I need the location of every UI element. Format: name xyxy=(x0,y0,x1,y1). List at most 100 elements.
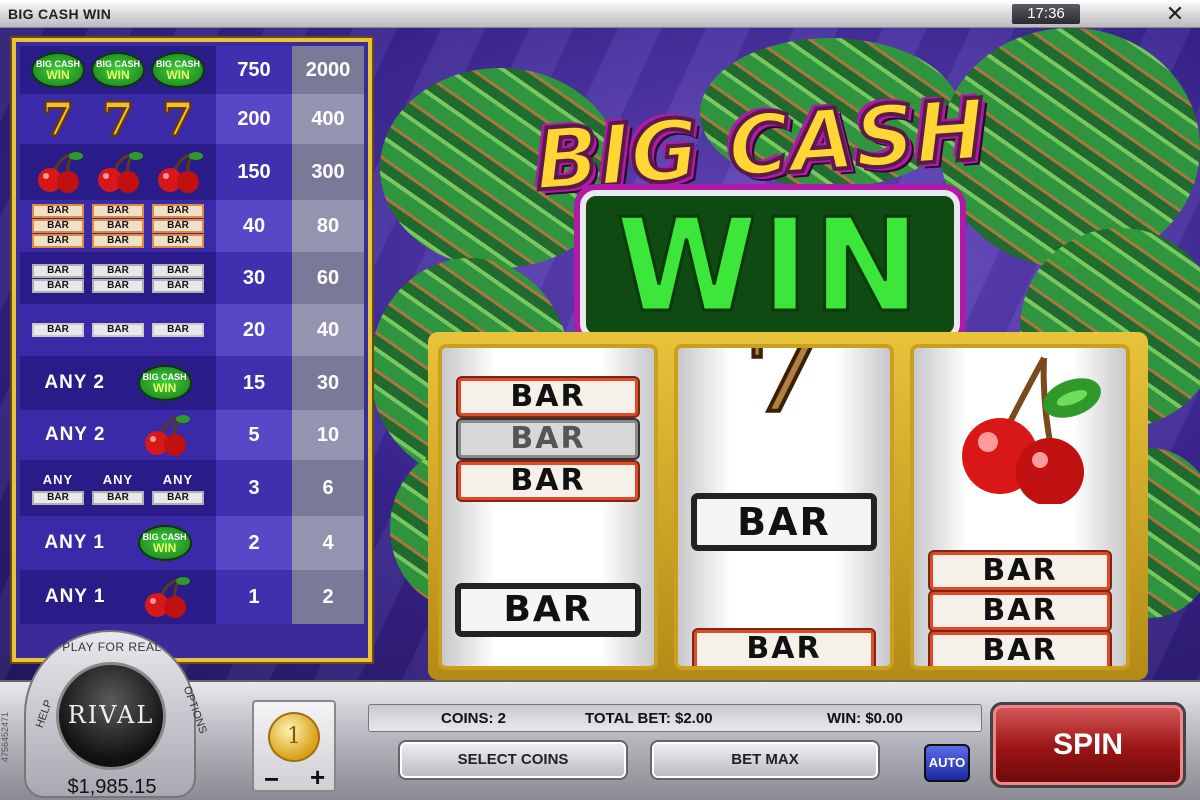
mini-logo-win: WIN xyxy=(46,68,70,82)
paytable-symbols: BIG CASH WIN BIG CASH WIN BIG CASH WIN xyxy=(20,46,216,94)
payout-two-coins: 4 xyxy=(292,516,364,570)
paytable-symbols: 7 7 7 xyxy=(20,94,216,144)
bar-label: BAR xyxy=(92,490,144,505)
close-button[interactable]: ✕ xyxy=(1162,2,1188,26)
payout-one-coin: 2 xyxy=(216,516,292,570)
any-label: ANY 2 xyxy=(44,372,105,393)
reel-symbol-bar: BAR xyxy=(694,630,874,666)
seven-icon: 7 xyxy=(161,92,195,146)
paytable-symbols: BAR BAR BAR xyxy=(20,304,216,356)
paytable: BIG CASH WIN BIG CASH WIN BIG CASH WIN 750 … xyxy=(12,38,372,662)
paytable-symbols: ANY 2 BIG CASH WIN xyxy=(20,356,216,410)
rival-logo: RIVAL xyxy=(56,662,166,770)
spin-button[interactable]: SPIN xyxy=(990,702,1186,788)
paytable-row: BAR BAR BAR 20 40 xyxy=(20,304,364,356)
help-button[interactable]: HELP xyxy=(34,698,55,729)
reel-symbol-bar: BAR xyxy=(458,462,638,500)
single-bar-icon: BAR xyxy=(32,323,84,337)
auto-button[interactable]: AUTO xyxy=(924,744,970,782)
triple-bar-icon: BAR BAR BAR xyxy=(32,204,84,248)
payout-two-coins: 400 xyxy=(292,94,364,144)
mini-logo-win: WIN xyxy=(106,68,130,82)
game-logo: BIG CASH WIN xyxy=(480,78,1040,340)
bar-label: BAR xyxy=(92,278,144,293)
payout-two-coins: 60 xyxy=(292,252,364,304)
any-label: ANY 2 xyxy=(44,424,106,445)
seven-icon: 7 xyxy=(743,344,824,437)
balance: $1,985.15 xyxy=(67,776,157,798)
cherry-icon xyxy=(145,415,191,456)
paytable-row: ANY BAR ANY BAR ANY BAR 3 6 xyxy=(20,460,364,516)
payout-one-coin: 3 xyxy=(216,460,292,516)
big-cash-win-icon: BIG CASH WIN xyxy=(91,52,145,88)
cherry-icon xyxy=(962,356,1101,504)
any-bar-group: ANY BAR xyxy=(32,472,84,505)
paytable-row: 150 300 xyxy=(20,144,364,200)
paytable-symbols: ANY 2 xyxy=(20,410,216,460)
payout-one-coin: 20 xyxy=(216,304,292,356)
any-label: ANY 1 xyxy=(44,532,105,553)
paytable-row: BAR BAR BAR BAR BAR BAR 30 60 xyxy=(20,252,364,304)
payout-two-coins: 300 xyxy=(292,144,364,200)
paytable-row: ANY 1 1 2 xyxy=(20,570,364,624)
coins-display: COINS: 2 xyxy=(441,710,507,727)
payout-one-coin: 15 xyxy=(216,356,292,410)
bar-label: BAR xyxy=(152,278,204,293)
big-cash-win-icon: BIG CASH WIN xyxy=(137,525,192,561)
coin-increase-button[interactable]: + xyxy=(310,762,325,793)
cherry-icon xyxy=(98,152,143,193)
select-coins-button[interactable]: SELECT COINS xyxy=(398,740,628,780)
seven-icon: 7 xyxy=(41,92,75,146)
coin-decrease-button[interactable]: − xyxy=(264,764,279,795)
paytable-row: BAR BAR BAR BAR BAR BAR BAR BAR BAR 40 80 xyxy=(20,200,364,252)
triple-bar-icon: BAR BAR BAR xyxy=(152,204,204,248)
reel-3: BAR BAR BAR xyxy=(910,344,1130,670)
bar-label: BAR xyxy=(32,204,84,218)
payout-one-coin: 30 xyxy=(216,252,292,304)
paytable-symbols: ANY BAR ANY BAR ANY BAR xyxy=(20,460,216,516)
paytable-symbols: BAR BAR BAR BAR BAR BAR xyxy=(20,252,216,304)
bar-label: BAR xyxy=(32,278,84,293)
bet-max-button[interactable]: BET MAX xyxy=(650,740,880,780)
paytable-row: BIG CASH WIN BIG CASH WIN BIG CASH WIN 750 … xyxy=(20,46,364,94)
payout-two-coins: 6 xyxy=(292,460,364,516)
paytable-row: ANY 1 BIG CASH WIN 2 4 xyxy=(20,516,364,570)
paytable-symbols: ANY 1 BIG CASH WIN xyxy=(20,516,216,570)
cherry-icon xyxy=(158,152,203,193)
bar-label: BAR xyxy=(152,490,204,505)
coin-selector: 1 − + xyxy=(252,700,336,795)
any-label: ANY xyxy=(162,471,194,487)
paytable-symbols: BAR BAR BAR BAR BAR BAR BAR BAR BAR xyxy=(20,200,216,252)
play-for-real-link[interactable]: PLAY FOR REAL xyxy=(26,640,198,654)
reel-symbol-bar: BAR xyxy=(458,378,638,416)
payout-one-coin: 5 xyxy=(216,410,292,460)
single-bar-icon: BAR xyxy=(92,323,144,337)
rival-logo-text: RIVAL xyxy=(67,701,155,729)
bar-label: BAR xyxy=(92,219,144,233)
win-display: WIN: $0.00 xyxy=(827,710,903,727)
total-bet-display: TOTAL BET: $2.00 xyxy=(585,710,713,727)
reel-symbol-bar: BAR xyxy=(930,552,1110,590)
rival-badge: PLAY FOR REAL RIVAL HELP OPTIONS $1,985.… xyxy=(24,630,209,798)
bar-label: BAR xyxy=(152,263,204,278)
window-title: BIG CASH WIN xyxy=(8,6,112,22)
reel-2: 7 BAR BAR xyxy=(674,344,894,670)
double-bar-icon: BAR BAR xyxy=(32,263,84,293)
mini-logo-win: WIN xyxy=(152,381,177,395)
bar-label: BAR xyxy=(152,204,204,218)
single-bar-icon: BAR xyxy=(152,323,204,337)
payout-two-coins: 2 xyxy=(292,570,364,624)
payout-one-coin: 200 xyxy=(216,94,292,144)
payout-two-coins: 10 xyxy=(292,410,364,460)
paytable-row: 7 7 7 200 400 xyxy=(20,94,364,144)
logo-win: WIN xyxy=(580,190,960,340)
any-bar-group: ANY BAR xyxy=(152,472,204,505)
paytable-symbols xyxy=(20,144,216,200)
reels-frame: BAR BAR BAR BAR 7 BAR BAR BAR BAR BAR xyxy=(428,332,1148,680)
cherry-icon xyxy=(145,577,191,618)
big-cash-win-icon: BIG CASH WIN xyxy=(137,365,192,401)
mini-logo-win: WIN xyxy=(166,68,190,82)
seven-icon: 7 xyxy=(101,92,135,146)
paytable-row: ANY 2 BIG CASH WIN 15 30 xyxy=(20,356,364,410)
payout-one-coin: 1 xyxy=(216,570,292,624)
